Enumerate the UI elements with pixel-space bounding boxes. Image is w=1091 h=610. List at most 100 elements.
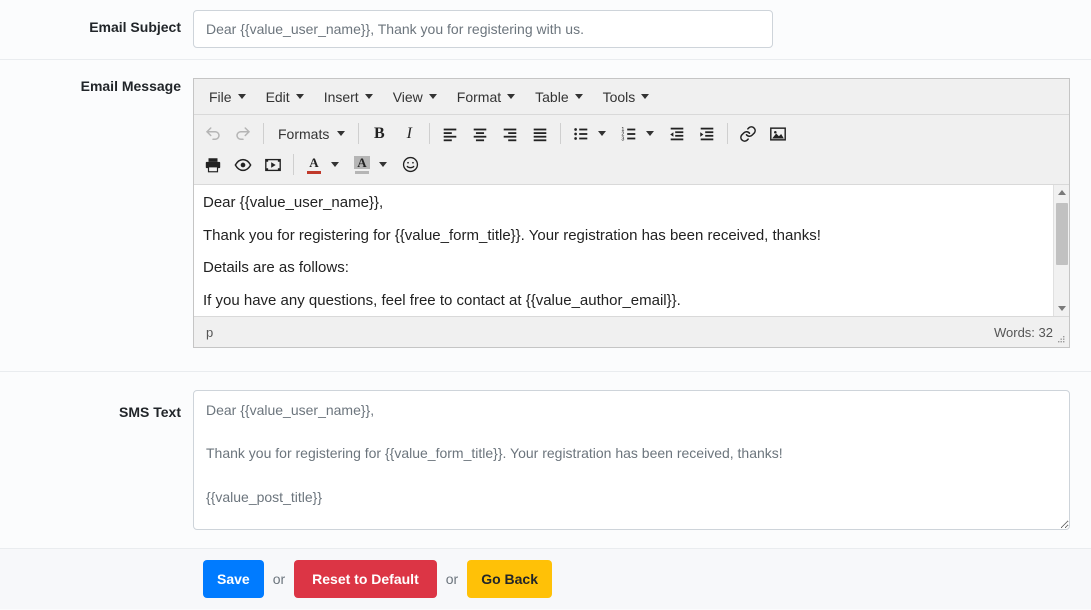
- preview-button[interactable]: [228, 151, 258, 178]
- editor-toolbar: Formats B I 1 2 3 A A: [194, 115, 1069, 185]
- sms-text-label: SMS Text: [119, 404, 181, 420]
- scroll-down-arrow-icon[interactable]: [1054, 301, 1069, 316]
- undo-icon[interactable]: [198, 120, 228, 147]
- formats-dropdown[interactable]: Formats: [269, 122, 353, 146]
- chevron-down-icon: [646, 131, 655, 136]
- forecolor-button[interactable]: A: [299, 151, 329, 178]
- italic-button[interactable]: I: [394, 120, 424, 147]
- editor-document[interactable]: Dear {{value_user_name}}, Thank you for …: [194, 185, 1069, 310]
- svg-text:3: 3: [622, 136, 625, 142]
- editor-menubar: File Edit Insert View Format Table Tools: [194, 79, 1069, 115]
- email-message-field-cell: File Edit Insert View Format Table Tools…: [193, 78, 1091, 348]
- media-icon: [265, 158, 281, 171]
- go-back-button[interactable]: Go Back: [467, 560, 552, 598]
- scroll-up-arrow-icon[interactable]: [1054, 185, 1069, 200]
- menu-table[interactable]: Table: [526, 86, 591, 108]
- forecolor-letter: A: [309, 154, 319, 170]
- outdent-button[interactable]: [662, 120, 692, 147]
- numbered-list-button[interactable]: 1 2 3: [614, 120, 644, 147]
- chevron-down-icon: [331, 162, 339, 167]
- element-path[interactable]: p: [206, 325, 213, 340]
- numbered-list-dropdown[interactable]: 1 2 3: [614, 120, 662, 147]
- bullet-list-icon: [574, 127, 588, 140]
- toolbar-separator: [358, 123, 360, 144]
- chevron-down-icon: [507, 94, 516, 99]
- menu-table-label: Table: [535, 88, 569, 105]
- menu-view-label: View: [392, 88, 423, 105]
- toolbar-row-1: Formats B I 1 2 3: [198, 118, 1065, 149]
- image-button[interactable]: [763, 120, 793, 147]
- menu-tools[interactable]: Tools: [594, 86, 659, 108]
- backcolor-letter: A: [354, 155, 370, 169]
- email-message-label: Email Message: [80, 78, 181, 94]
- editor-paragraph: If you have any questions, feel free to …: [203, 292, 681, 310]
- align-center-button[interactable]: [465, 120, 495, 147]
- align-left-button[interactable]: [435, 120, 465, 147]
- email-subject-field-cell: [193, 10, 1091, 48]
- backcolor-dropdown[interactable]: A: [347, 151, 395, 178]
- chevron-down-icon: [364, 94, 373, 99]
- indent-button[interactable]: [692, 120, 722, 147]
- align-right-button[interactable]: [495, 120, 525, 147]
- chevron-down-icon: [598, 131, 607, 136]
- sms-text-textarea[interactable]: [193, 390, 1070, 530]
- word-count: Words: 32: [993, 324, 1053, 340]
- email-message-row: Email Message File Edit Insert View Form…: [0, 60, 1091, 372]
- editor-paragraph: Dear {{value_user_name}},: [203, 194, 384, 211]
- bullet-list-button[interactable]: [566, 120, 596, 147]
- menu-format-label: Format: [456, 88, 502, 105]
- toolbar-separator: [727, 123, 729, 144]
- chevron-down-icon: [337, 131, 346, 136]
- bold-icon: B: [374, 124, 385, 142]
- forecolor-dropdown[interactable]: A: [299, 151, 347, 178]
- toolbar-separator: [429, 123, 431, 144]
- toolbar-row-2: A A: [198, 149, 1065, 180]
- email-subject-input[interactable]: [193, 10, 773, 48]
- backcolor-swatch: [354, 170, 369, 174]
- indent-icon: [700, 127, 714, 140]
- menu-file[interactable]: File: [200, 86, 255, 108]
- image-icon: [770, 126, 787, 141]
- editor-content-area[interactable]: Dear {{value_user_name}}, Thank you for …: [194, 185, 1069, 317]
- print-button[interactable]: [198, 151, 228, 178]
- redo-icon[interactable]: [228, 120, 258, 147]
- menu-file-label: File: [209, 88, 232, 105]
- form-actions-footer: Save or Reset to Default or Go Back: [0, 549, 1091, 609]
- italic-icon: I: [406, 124, 412, 142]
- emoticon-button[interactable]: [395, 151, 425, 178]
- menu-insert[interactable]: Insert: [315, 86, 382, 108]
- scrollbar-thumb[interactable]: [1056, 203, 1068, 265]
- outdent-icon: [670, 127, 684, 140]
- editor-scrollbar[interactable]: [1053, 185, 1069, 316]
- or-separator: or: [445, 571, 459, 587]
- bold-button[interactable]: B: [364, 120, 394, 147]
- backcolor-button[interactable]: A: [347, 151, 377, 178]
- toolbar-separator: [560, 123, 562, 144]
- or-separator: or: [272, 571, 286, 587]
- scrollbar-track[interactable]: [1054, 200, 1069, 301]
- print-icon: [205, 157, 221, 172]
- rich-text-editor: File Edit Insert View Format Table Tools…: [193, 78, 1070, 348]
- media-button[interactable]: [258, 151, 288, 178]
- align-center-icon: [474, 128, 487, 141]
- chevron-down-icon: [237, 94, 246, 99]
- menu-format[interactable]: Format: [448, 86, 524, 108]
- sms-text-row: SMS Text: [0, 372, 1091, 549]
- save-button[interactable]: Save: [203, 560, 264, 598]
- numbered-list-icon: 1 2 3: [622, 126, 636, 142]
- menu-edit[interactable]: Edit: [257, 86, 313, 108]
- emoticon-icon: [402, 156, 418, 173]
- link-icon: [740, 125, 757, 142]
- reset-to-default-button[interactable]: Reset to Default: [294, 560, 437, 598]
- bullet-list-dropdown[interactable]: [566, 120, 614, 147]
- editor-resize-handle[interactable]: [1056, 335, 1066, 345]
- align-left-icon: [444, 128, 457, 141]
- align-justify-button[interactable]: [525, 120, 555, 147]
- align-right-icon: [504, 128, 517, 141]
- align-justify-icon: [534, 128, 547, 141]
- link-button[interactable]: [733, 120, 763, 147]
- editor-statusbar: p Words: 32: [194, 317, 1069, 347]
- menu-view[interactable]: View: [384, 86, 446, 108]
- sms-text-field-cell: [193, 390, 1091, 533]
- menu-tools-label: Tools: [602, 88, 636, 105]
